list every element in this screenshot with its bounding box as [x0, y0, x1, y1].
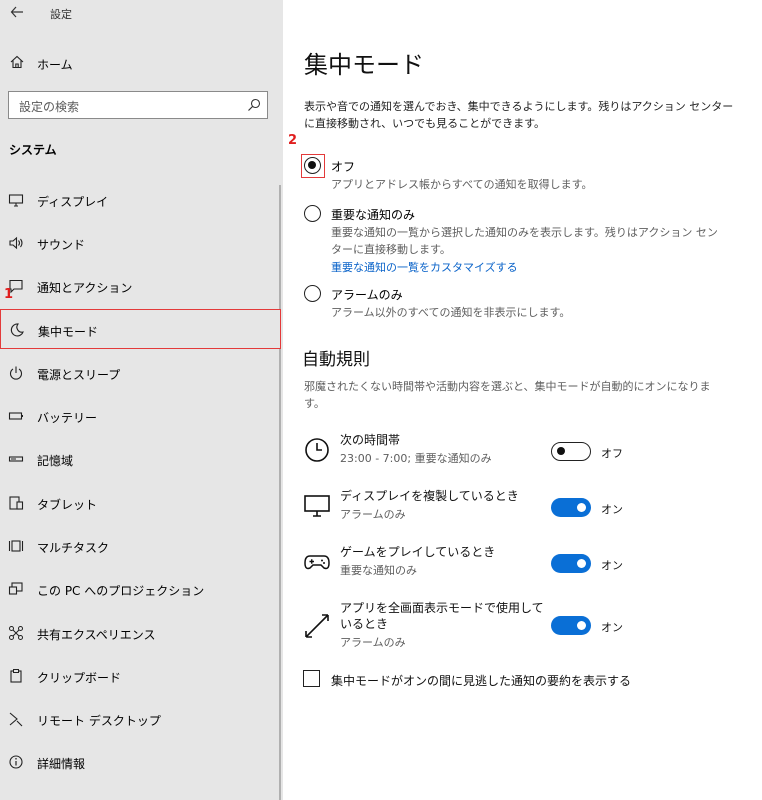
radio-button[interactable] [304, 157, 321, 174]
sidebar-item-4[interactable]: 集中モード [0, 309, 281, 349]
main-content: 2 集中モード 表示や音での通知を選んでおき、集中できるようにします。残りはアク… [283, 0, 762, 800]
battery-icon [8, 412, 23, 420]
sidebar-item-label: リモート デスクトップ [37, 714, 161, 728]
back-arrow-icon[interactable] [10, 3, 24, 21]
sidebar-item-label: サウンド [37, 238, 86, 252]
search-input[interactable]: 設定の検索 [8, 91, 268, 119]
rule-toggle[interactable] [551, 442, 591, 461]
display-icon [304, 495, 330, 517]
section-title: システム [9, 143, 57, 157]
rule-toggle-state: オン [601, 621, 623, 634]
rule-toggle[interactable] [551, 498, 591, 517]
tablet-icon [9, 496, 24, 510]
summary-checkbox-label: 集中モードがオンの間に見逃した通知の要約を表示する [331, 674, 632, 688]
customize-priority-link[interactable]: 重要な通知の一覧をカスタマイズする [331, 259, 518, 275]
sidebar-item-label: バッテリー [37, 411, 98, 425]
option-row-1[interactable]: オフアプリとアドレス帳からすべての通知を取得します。 [301, 154, 741, 195]
rule-subtitle: 23:00 - 7:00; 重要な通知のみ [340, 452, 492, 465]
option-row-3[interactable]: アラームのみアラーム以外のすべての通知を非表示にします。 [301, 283, 741, 323]
rule-title: アプリを全画面表示モードで使用しているとき [340, 601, 544, 631]
annotation-marker-1: 1 [4, 287, 14, 302]
sidebar-item-14[interactable]: 詳細情報 [0, 742, 281, 782]
option-title: オフ [331, 160, 356, 174]
remote-icon [9, 712, 23, 727]
sidebar-item-10[interactable]: この PC へのプロジェクション [0, 569, 281, 609]
radio-button[interactable] [304, 285, 321, 302]
auto-rule-row-1[interactable]: 次の時間帯 23:00 - 7:00; 重要な通知のみ オフ [283, 430, 762, 480]
option-description: 重要な通知の一覧から選択した通知のみを表示します。残りはアクション センターに直… [331, 226, 718, 256]
sidebar-item-label: 通知とアクション [37, 281, 133, 295]
sidebar-item-3[interactable]: 通知とアクション [0, 266, 281, 306]
option-row-2[interactable]: 重要な通知のみ重要な通知の一覧から選択した通知のみを表示します。残りはアクション… [301, 203, 741, 275]
power-icon [9, 366, 23, 380]
sidebar-item-6[interactable]: バッテリー [0, 396, 281, 436]
auto-rule-row-2[interactable]: ディスプレイを複製しているとき アラームのみ オン [283, 486, 762, 536]
monitor-icon [8, 194, 24, 207]
moon-icon [10, 323, 24, 337]
gamepad-icon [304, 555, 330, 570]
rule-toggle[interactable] [551, 616, 591, 635]
sidebar-item-11[interactable]: 共有エクスペリエンス [0, 613, 281, 653]
clock-icon [305, 438, 329, 462]
option-description: アラーム以外のすべての通知を非表示にします。 [331, 306, 571, 319]
sidebar-item-2[interactable]: サウンド [0, 223, 281, 263]
sidebar-item-8[interactable]: タブレット [0, 483, 281, 523]
sidebar: 設定 ホーム 設定の検索 システム ディスプレイ サウンド通知とアクション 集中モー… [0, 0, 283, 800]
option-title: アラームのみ [331, 288, 403, 302]
sidebar-item-9[interactable]: マルチタスク [0, 526, 281, 566]
rule-subtitle: アラームのみ [340, 636, 406, 649]
sidebar-item-label: 共有エクスペリエンス [37, 628, 156, 642]
rule-title: ゲームをプレイしているとき [340, 545, 496, 559]
search-placeholder: 設定の検索 [19, 100, 80, 114]
annotation-marker-2: 2 [288, 133, 298, 148]
rule-title: ディスプレイを複製しているとき [340, 489, 519, 503]
rule-subtitle: アラームのみ [340, 508, 406, 521]
sidebar-item-label: 電源とスリープ [37, 368, 121, 382]
rule-title: 次の時間帯 [340, 433, 401, 447]
window-title: 設定 [50, 8, 72, 21]
search-icon [248, 98, 261, 111]
sidebar-item-12[interactable]: クリップボード [0, 656, 281, 696]
speaker-icon [9, 236, 23, 250]
auto-rule-row-4[interactable]: アプリを全画面表示モードで使用しているときアラームのみ オン [283, 598, 762, 649]
fullscreen-icon [305, 614, 329, 638]
sidebar-item-label: ディスプレイ [37, 195, 109, 209]
sidebar-item-label: この PC へのプロジェクション [37, 584, 205, 598]
option-description: アプリとアドレス帳からすべての通知を取得します。 [331, 178, 593, 191]
projection-icon [8, 582, 23, 595]
sidebar-item-1[interactable]: ディスプレイ [0, 180, 281, 220]
multitask-icon [8, 540, 24, 552]
rule-subtitle: 重要な通知のみ [340, 564, 417, 577]
shared-icon [9, 626, 23, 640]
auto-rule-row-3[interactable]: ゲームをプレイしているとき 重要な通知のみ オン [283, 542, 762, 592]
auto-rules-title: 自動規則 [302, 350, 370, 370]
rule-toggle-state: オフ [601, 447, 623, 460]
radio-button[interactable] [304, 205, 321, 222]
sidebar-item-label: クリップボード [37, 671, 122, 685]
rule-toggle[interactable] [551, 554, 591, 573]
summary-checkbox[interactable] [303, 670, 320, 687]
sidebar-item-label: マルチタスク [37, 541, 110, 555]
sidebar-item-label: 詳細情報 [37, 757, 86, 771]
sidebar-item-home[interactable]: ホーム [0, 52, 283, 74]
clipboard-icon [10, 669, 22, 683]
sidebar-item-label: タブレット [37, 498, 98, 512]
rule-toggle-state: オン [601, 503, 623, 516]
auto-rules-description: 邪魔されたくない時間帯や活動内容を選ぶと、集中モードが自動的にオンになります。 [304, 380, 711, 410]
sidebar-item-7[interactable]: 記憶域 [0, 439, 281, 479]
summary-checkbox-row[interactable]: 集中モードがオンの間に見逃した通知の要約を表示する [302, 670, 742, 690]
rule-toggle-state: オン [601, 559, 623, 572]
sidebar-item-label: 記憶域 [37, 454, 74, 468]
sidebar-item-label: 集中モード [38, 325, 99, 339]
info-icon [9, 755, 23, 769]
sidebar-item-5[interactable]: 電源とスリープ [0, 353, 281, 393]
home-icon [10, 55, 24, 69]
storage-icon [8, 456, 24, 462]
sidebar-item-label: ホーム [37, 58, 73, 72]
sidebar-item-13[interactable]: リモート デスクトップ [0, 699, 281, 739]
option-title: 重要な通知のみ [331, 208, 416, 222]
page-title: 集中モード [304, 51, 424, 79]
page-description: 表示や音での通知を選んでおき、集中できるようにします。残りはアクション センター… [304, 100, 734, 130]
